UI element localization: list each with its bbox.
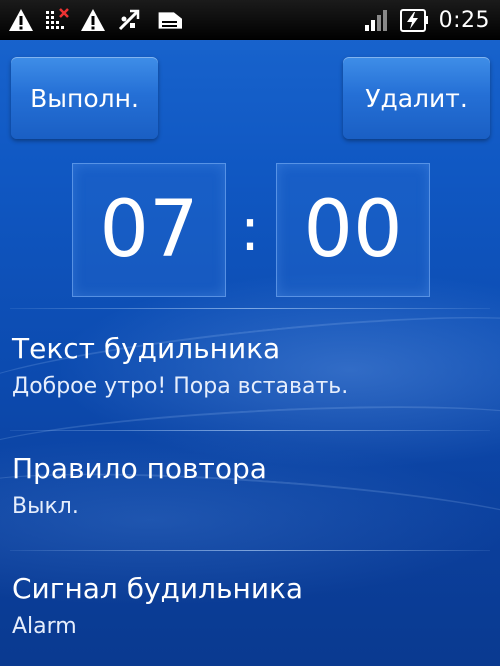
setting-repeat-rule[interactable]: Правило повтора Выкл.: [0, 452, 500, 544]
hour-field[interactable]: 07: [72, 163, 226, 297]
setting-alarm-text[interactable]: Текст будильника Доброе утро! Пора встав…: [0, 332, 500, 424]
time-separator: :: [239, 195, 261, 265]
clock-time: 0:25: [438, 7, 490, 33]
done-button[interactable]: Выполн.: [11, 57, 158, 139]
setting-value: Alarm: [12, 614, 77, 639]
warning-icon: [81, 9, 105, 31]
network-error-icon: [46, 8, 69, 29]
alarm-edit-screen: 0:25 Выполн. Удалит. 07 : 00 Текст будил…: [0, 0, 500, 666]
setting-title: Правило повтора: [12, 452, 267, 485]
battery-charging-icon: [399, 9, 428, 32]
warning-icon: [9, 9, 33, 31]
divider: [10, 308, 490, 309]
usb-debug-icon: [118, 9, 140, 31]
minute-field[interactable]: 00: [276, 163, 430, 297]
setting-value: Доброе утро! Пора вставать.: [12, 374, 349, 399]
divider: [10, 430, 490, 431]
setting-title: Сигнал будильника: [12, 572, 304, 605]
delete-button[interactable]: Удалит.: [343, 57, 490, 139]
status-bar: 0:25: [0, 0, 500, 40]
setting-title: Текст будильника: [12, 332, 281, 365]
setting-value: Выкл.: [12, 494, 79, 519]
system-indicators: 0:25: [363, 4, 490, 36]
sd-card-icon: [158, 12, 182, 29]
signal-icon: [364, 10, 387, 31]
divider: [10, 550, 490, 551]
notification-icons: [8, 4, 184, 36]
setting-alarm-sound[interactable]: Сигнал будильника Alarm: [0, 572, 500, 664]
